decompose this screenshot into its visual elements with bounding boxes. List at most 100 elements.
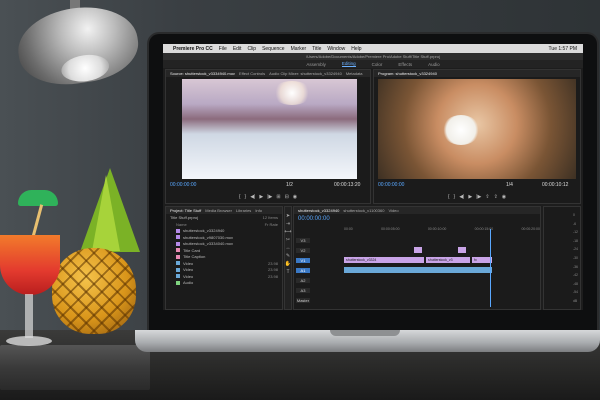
track-master[interactable]: Master bbox=[296, 297, 540, 304]
menu-window[interactable]: Window bbox=[327, 46, 345, 52]
mark-out-icon[interactable]: } bbox=[245, 194, 247, 200]
meter-tick: -30 bbox=[572, 255, 578, 260]
mark-in-icon[interactable]: { bbox=[239, 194, 241, 200]
workspace-assembly[interactable]: Assembly bbox=[306, 62, 326, 67]
timeline-panel: shutterstock_v3324940 shutterstock_v1100… bbox=[293, 206, 541, 310]
tab-info[interactable]: Info bbox=[255, 208, 262, 213]
audio-clip[interactable] bbox=[344, 267, 492, 273]
meter-tick: -18 bbox=[572, 238, 578, 243]
type-tool-icon[interactable]: T bbox=[286, 269, 289, 275]
label-swatch bbox=[176, 248, 180, 253]
playhead[interactable] bbox=[490, 229, 491, 307]
menu-title[interactable]: Title bbox=[312, 46, 321, 52]
project-path: /Users/Adobe/Documents/Adobe/Premiere Pr… bbox=[163, 53, 583, 60]
meter-tick: dB bbox=[572, 298, 578, 303]
item-rate: 23.98 bbox=[267, 260, 278, 266]
source-video-frame bbox=[182, 79, 357, 179]
workspace-editing[interactable]: Editing bbox=[341, 61, 356, 67]
overwrite-icon[interactable]: ⊟ bbox=[285, 194, 289, 200]
title-clip[interactable] bbox=[458, 247, 466, 253]
menu-edit[interactable]: Edit bbox=[233, 46, 242, 52]
prog-mark-in-icon[interactable]: { bbox=[448, 194, 450, 200]
track-label[interactable]: A1 bbox=[296, 268, 310, 273]
tab-sequence-1[interactable]: shutterstock_v3324940 bbox=[298, 208, 339, 213]
video-clip[interactable]: fx bbox=[472, 257, 492, 263]
tab-audio-clip-mixer[interactable]: Audio Clip Mixer: shutterstock_v3324940 bbox=[269, 71, 342, 76]
track-label[interactable]: V1 bbox=[296, 258, 310, 263]
track-v3[interactable]: V3 bbox=[296, 237, 540, 244]
column-name[interactable]: Name bbox=[176, 222, 187, 227]
project-file-name: Title Stuff.prproj bbox=[170, 215, 199, 220]
ripple-edit-icon[interactable]: ⟷ bbox=[284, 229, 291, 235]
label-swatch bbox=[176, 261, 180, 266]
tab-source[interactable]: Source: shutterstock_v3334940.mov bbox=[170, 71, 235, 76]
program-duration: 00:00:10:12 bbox=[542, 182, 569, 188]
tab-sequence-3[interactable]: Video bbox=[388, 208, 398, 213]
menu-marker[interactable]: Marker bbox=[291, 46, 307, 52]
tab-metadata[interactable]: Metadata bbox=[346, 71, 363, 76]
insert-icon[interactable]: ⊞ bbox=[276, 194, 280, 200]
project-item-count: 12 Items bbox=[262, 215, 278, 220]
track-a2[interactable]: A2 bbox=[296, 277, 540, 284]
source-transport-controls: { } ◀| ▶ |▶ ⊞ ⊟ ◉ bbox=[166, 192, 370, 201]
meter-tick: -48 bbox=[572, 281, 578, 286]
book-stack bbox=[0, 345, 150, 390]
menu-sequence[interactable]: Sequence bbox=[262, 46, 285, 52]
white-flowers bbox=[442, 115, 480, 145]
prog-play-icon[interactable]: ▶ bbox=[468, 194, 472, 200]
workspace-effects[interactable]: Effects bbox=[398, 62, 412, 67]
workspace-audio[interactable]: Audio bbox=[428, 62, 440, 67]
workspace-bar: Assembly Editing Color Effects Audio bbox=[163, 60, 583, 68]
video-clip[interactable]: shutterstock_v3324 bbox=[344, 257, 424, 263]
tab-media-browser[interactable]: Media Browser bbox=[205, 208, 232, 213]
step-forward-icon[interactable]: |▶ bbox=[267, 194, 272, 200]
prog-mark-out-icon[interactable]: } bbox=[454, 194, 456, 200]
prog-step-forward-icon[interactable]: |▶ bbox=[476, 194, 481, 200]
lift-icon[interactable]: ⇧ bbox=[485, 194, 489, 200]
source-duration: 00:00:13:20 bbox=[334, 182, 361, 188]
track-label[interactable]: A2 bbox=[296, 278, 310, 283]
label-swatch bbox=[176, 280, 180, 285]
program-timecode[interactable]: 00:00:00:00 bbox=[378, 182, 404, 188]
selection-tool-icon[interactable]: ➤ bbox=[286, 213, 290, 219]
tools-panel: ➤ ⇥ ⟷ ✂ ↔ ✎ ✋ T bbox=[284, 206, 292, 310]
timeline-timecode[interactable]: 00:00:00:00 bbox=[298, 216, 330, 222]
item-name: shutterstock_v9807030.mov bbox=[183, 234, 234, 240]
tab-effect-controls[interactable]: Effect Controls bbox=[239, 71, 265, 76]
source-fit[interactable]: 1/2 bbox=[286, 182, 293, 188]
list-item[interactable]: Audio bbox=[166, 280, 282, 287]
track-a3[interactable]: A3 bbox=[296, 287, 540, 294]
source-timecode[interactable]: 00:00:00:00 bbox=[170, 182, 196, 188]
sun-glare bbox=[272, 81, 312, 105]
export-frame-icon[interactable]: ◉ bbox=[293, 194, 297, 200]
prog-export-frame-icon[interactable]: ◉ bbox=[502, 194, 506, 200]
menu-help[interactable]: Help bbox=[351, 46, 361, 52]
prog-step-back-icon[interactable]: ◀| bbox=[459, 194, 464, 200]
track-label[interactable]: Master bbox=[296, 298, 310, 303]
hand-tool-icon[interactable]: ✋ bbox=[285, 261, 291, 267]
tab-project[interactable]: Project: Title Stuff bbox=[170, 208, 201, 213]
step-back-icon[interactable]: ◀| bbox=[250, 194, 255, 200]
play-icon[interactable]: ▶ bbox=[259, 194, 263, 200]
workspace-color[interactable]: Color bbox=[372, 62, 383, 67]
extract-icon[interactable]: ⇪ bbox=[494, 194, 498, 200]
razor-tool-icon[interactable]: ✂ bbox=[286, 237, 290, 243]
slip-tool-icon[interactable]: ↔ bbox=[286, 245, 291, 251]
pen-tool-icon[interactable]: ✎ bbox=[286, 253, 290, 259]
video-clip[interactable]: shutterstock_v3 bbox=[426, 257, 470, 263]
menu-file[interactable]: File bbox=[219, 46, 227, 52]
track-label[interactable]: V2 bbox=[296, 248, 310, 253]
tab-program[interactable]: Program: shutterstock_v3324940 bbox=[378, 71, 437, 76]
title-clip[interactable] bbox=[414, 247, 422, 253]
ruler-tick: 00:00:05:00 bbox=[381, 227, 400, 231]
track-label[interactable]: A3 bbox=[296, 288, 310, 293]
tab-sequence-2[interactable]: shutterstock_v1100360 bbox=[343, 208, 384, 213]
menu-app-name[interactable]: Premiere Pro CC bbox=[173, 46, 213, 52]
menu-clip[interactable]: Clip bbox=[247, 46, 256, 52]
tab-libraries[interactable]: Libraries bbox=[236, 208, 251, 213]
track-select-icon[interactable]: ⇥ bbox=[286, 221, 290, 227]
program-fit[interactable]: 1/4 bbox=[506, 182, 513, 188]
track-label[interactable]: V3 bbox=[296, 238, 310, 243]
time-ruler[interactable]: 00:00 00:00:05:00 00:00:10:00 00:00:15:0… bbox=[344, 227, 540, 233]
column-frame-rate[interactable]: Fr Rate bbox=[265, 222, 278, 227]
